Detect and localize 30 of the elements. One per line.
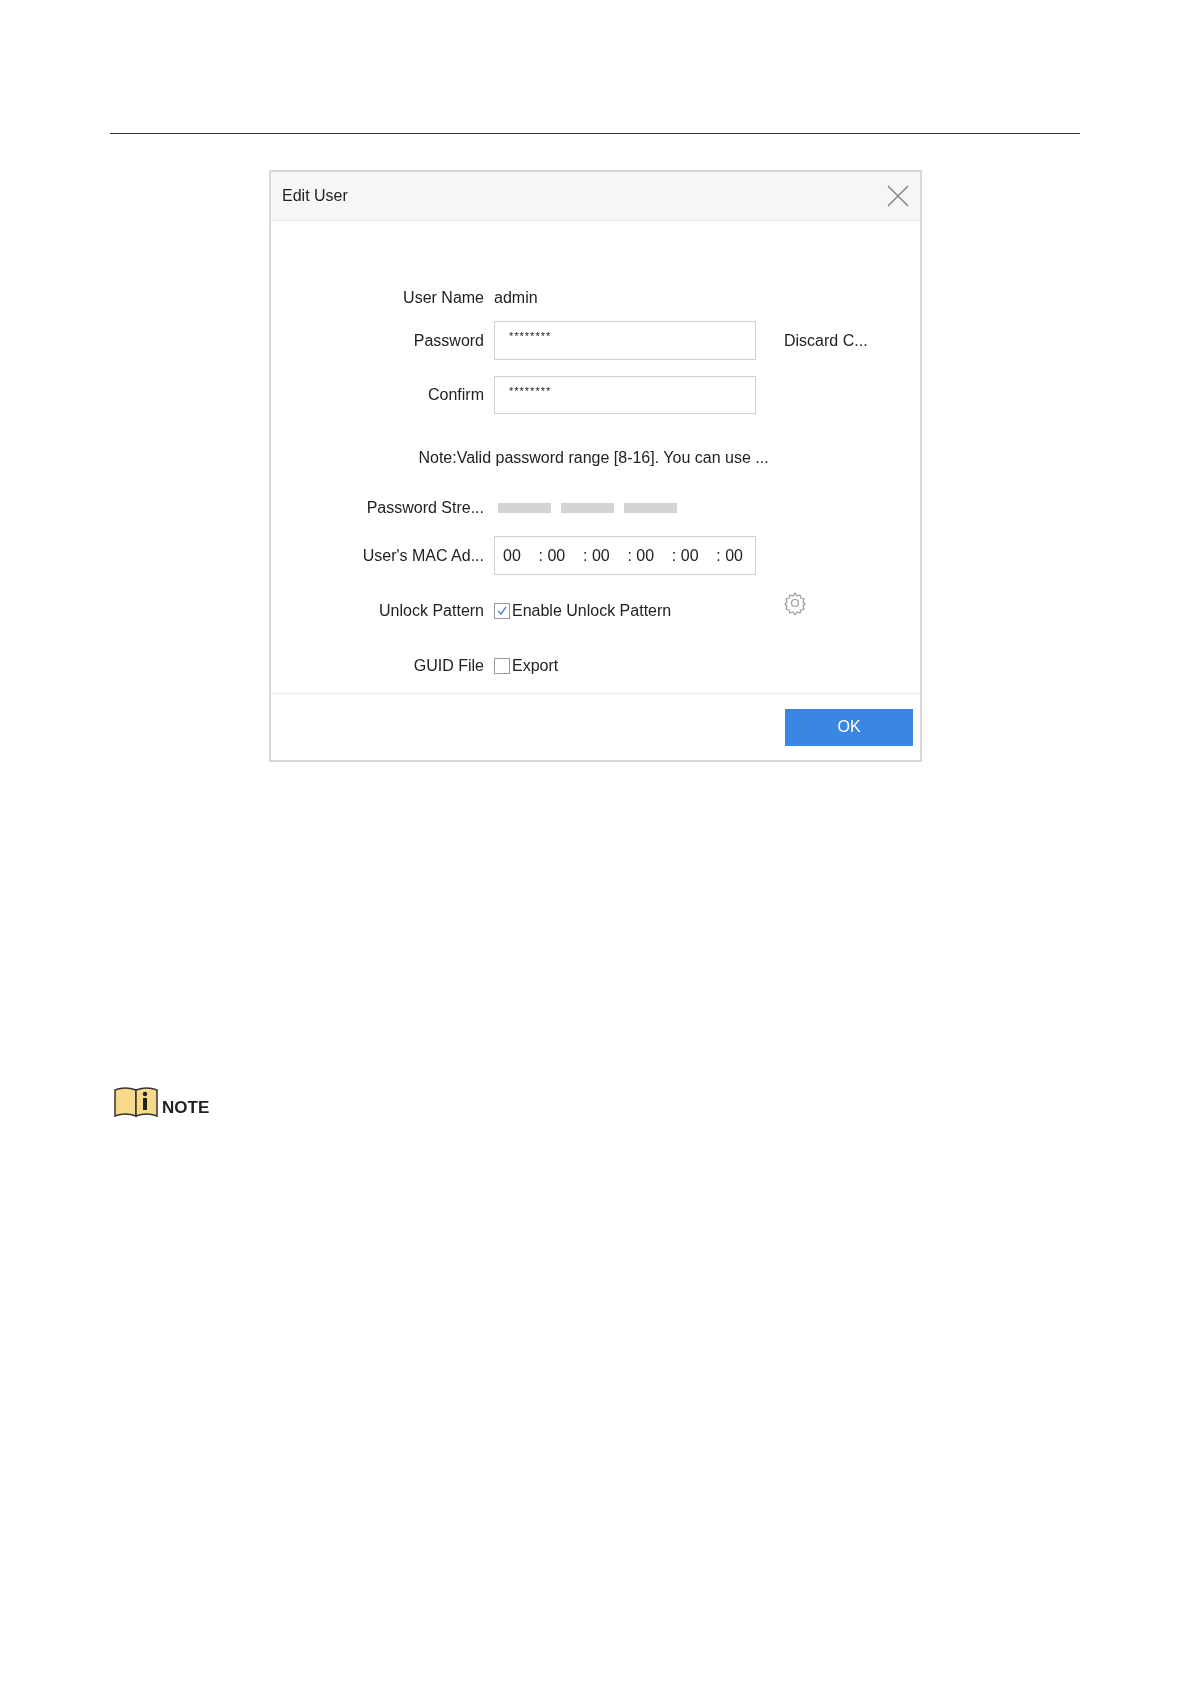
checkbox-label: Export [512, 656, 559, 676]
field-label: Password [412, 330, 485, 351]
info-book-icon [113, 1084, 159, 1118]
dialog-title: Edit User [282, 186, 348, 206]
checkbox[interactable] [494, 658, 510, 674]
settings-icon[interactable] [783, 591, 807, 615]
check-icon [496, 605, 508, 617]
field-label: Confirm [427, 385, 485, 405]
checkbox[interactable] [494, 603, 510, 619]
field-label: Unlock Pattern [378, 601, 485, 621]
discard-changes-link[interactable]: Discard C... [784, 328, 868, 353]
mac-octet: : 00 [627, 545, 655, 566]
mac-octet: : 00 [716, 545, 743, 566]
field-label: GUID File [412, 656, 485, 676]
confirm-field[interactable]: ******** [494, 376, 756, 414]
user-name-value: admin [494, 288, 538, 308]
password-field[interactable]: ******** [494, 321, 756, 360]
password-note: Note:Valid password range [8-16]. You can use ... [418, 448, 769, 468]
mac-octet: 00 [503, 545, 521, 566]
mac-octet: : 00 [671, 545, 699, 566]
checkbox-label: Enable Unlock Pattern [512, 601, 672, 621]
mac-address-field[interactable]: 00 : 00 : 00 : 00 : 00 : 00 [494, 536, 756, 575]
ok-button[interactable]: OK [785, 708, 913, 746]
mac-octet: : 00 [583, 545, 610, 566]
note-heading: NOTE [162, 1099, 210, 1116]
mac-octet: : 00 [538, 545, 566, 566]
close-icon[interactable] [886, 184, 910, 208]
field-label: User's MAC Ad... [361, 545, 485, 566]
field-label: User Name [402, 288, 485, 308]
field-label: Password Stre... [365, 498, 485, 518]
